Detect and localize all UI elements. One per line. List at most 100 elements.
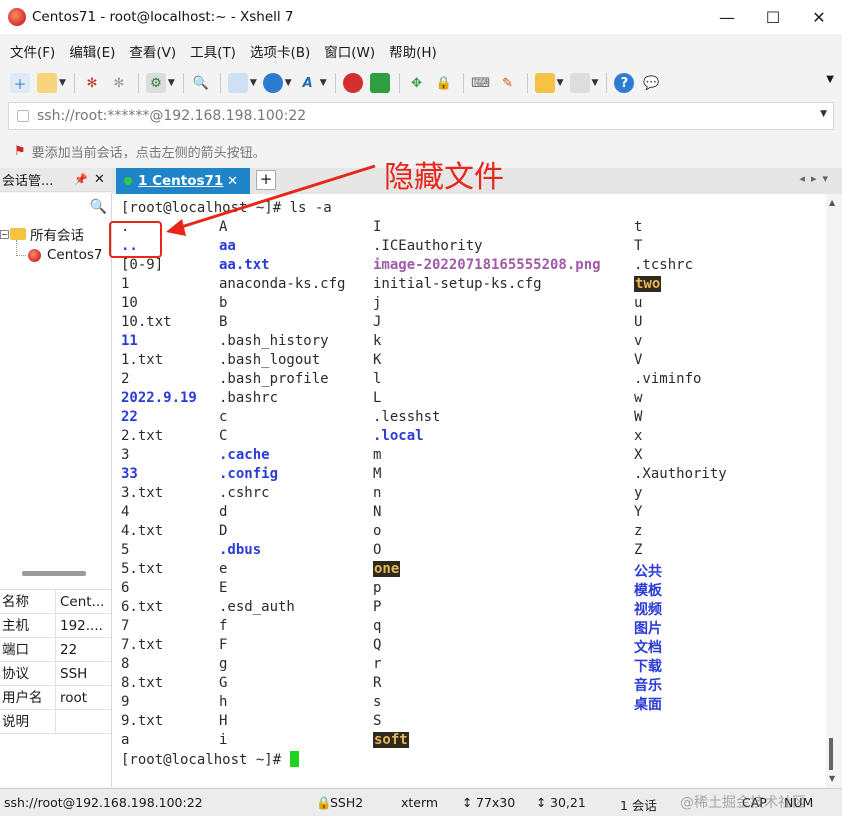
help-icon[interactable]: ? — [614, 73, 635, 93]
ls-entry: image-20220718165555208.png — [373, 257, 601, 273]
minimize-button[interactable]: — — [704, 0, 750, 34]
ls-entry: 2 — [121, 371, 130, 387]
chevron-down-icon[interactable]: ▼ — [320, 78, 327, 88]
maximize-button[interactable]: ☐ — [750, 0, 796, 34]
scrollbar-thumb[interactable] — [829, 738, 833, 770]
ls-entry: i — [219, 732, 228, 748]
chevron-down-icon[interactable]: ▼ — [592, 78, 599, 88]
ls-entry: .tcshrc — [634, 257, 694, 273]
tab-centos71[interactable]: 1 Centos71 ✕ — [116, 168, 250, 194]
window-controls: — ☐ ✕ — [704, 0, 842, 34]
expand-icon[interactable]: − — [0, 229, 9, 239]
menu-help[interactable]: 帮助(H) — [389, 41, 437, 61]
ls-entry: soft — [373, 732, 409, 748]
chevron-down-icon[interactable]: ▼ — [820, 109, 827, 119]
globe-icon[interactable] — [262, 73, 283, 93]
connect-icon[interactable]: ✻ — [82, 73, 102, 93]
ls-entry: l — [373, 371, 382, 387]
tile-icon[interactable] — [569, 73, 590, 93]
ls-entry: 2022.9.19 — [121, 390, 197, 406]
ls-entry: two — [634, 276, 662, 292]
flag-icon[interactable]: ⚑ — [14, 144, 26, 159]
tab-scroll-icon[interactable]: ◂▸▾ — [799, 172, 834, 185]
prompt-line: [root@localhost ~]# — [121, 751, 299, 768]
close-tab-icon[interactable]: ✕ — [227, 174, 238, 189]
ls-entry: u — [634, 295, 643, 311]
lock-icon[interactable]: 🔒 — [434, 73, 454, 93]
highlight-icon[interactable]: ✎ — [498, 73, 518, 93]
xshell-icon[interactable] — [342, 73, 363, 93]
chevron-down-icon[interactable]: ▼ — [168, 78, 175, 88]
toolbar-divider — [73, 73, 75, 93]
status-terminal-type: xterm — [401, 795, 439, 810]
title-bar: Centos71 - root@localhost:~ - Xshell 7 —… — [0, 0, 842, 34]
ls-entry: 9 — [121, 694, 130, 710]
pin-icon[interactable]: 📌 — [74, 173, 88, 186]
ls-entry: initial-setup-ks.cfg — [373, 276, 542, 292]
ls-entry: O — [373, 542, 382, 558]
chevron-down-icon[interactable]: ▼ — [250, 78, 257, 88]
ls-entry: .esd_auth — [219, 599, 295, 615]
ls-entry: 11 — [121, 333, 138, 349]
menu-file[interactable]: 文件(F) — [10, 41, 55, 61]
ls-entry: .bash_history — [219, 333, 329, 349]
address-input[interactable]: ssh://root:******@192.168.198.100:22 — [37, 108, 306, 124]
new-tab-group-icon[interactable] — [534, 73, 555, 93]
ls-entry: g — [219, 656, 228, 672]
ls-entry: .ICEauthority — [373, 238, 483, 254]
disconnect-icon[interactable]: ✻ — [109, 73, 129, 93]
ls-entry: 公共 — [634, 564, 662, 580]
ls-entry: R — [373, 675, 382, 691]
ls-entry: s — [373, 694, 382, 710]
property-row: 协议 SSH — [0, 661, 111, 686]
menu-window[interactable]: 窗口(W) — [324, 41, 375, 61]
properties-icon[interactable]: ⚙ — [145, 73, 166, 93]
address-bar[interactable]: ssh://root:******@192.168.198.100:22 ▼ — [8, 102, 834, 130]
session-properties: 名称 Cent... 主机 192.... 端口 22 协议 SSH 用户名 root 说… — [0, 589, 111, 734]
ls-entry: 10.txt — [121, 314, 172, 330]
tree-item-label: 所有会话 — [30, 228, 84, 244]
new-session-icon[interactable]: ＋ — [10, 73, 30, 93]
chevron-down-icon[interactable]: ▼ — [285, 78, 292, 88]
menu-view[interactable]: 查看(V) — [129, 41, 176, 61]
close-button[interactable]: ✕ — [796, 0, 842, 34]
tree-item-centos7[interactable]: Centos7 — [28, 247, 102, 263]
ls-entry: 6 — [121, 580, 130, 596]
ls-entry: .cshrc — [219, 485, 270, 501]
ls-entry: 7 — [121, 618, 130, 634]
menu-edit[interactable]: 编辑(E) — [69, 41, 115, 61]
ls-entry: [0-9] — [121, 257, 164, 273]
pane-splitter[interactable] — [22, 571, 86, 576]
search-icon[interactable]: 🔍 — [90, 199, 107, 215]
ls-entry: E — [219, 580, 228, 596]
ls-entry: r — [373, 656, 382, 672]
toolbar-divider — [606, 73, 608, 93]
scroll-down-icon[interactable]: ▼ — [829, 774, 835, 783]
ls-entry: 8 — [121, 656, 130, 672]
chat-icon[interactable]: 💬 — [641, 73, 661, 93]
xftp-icon[interactable] — [369, 73, 390, 93]
menu-tools[interactable]: 工具(T) — [190, 41, 236, 61]
open-folder-icon[interactable] — [37, 73, 57, 93]
scroll-up-icon[interactable]: ▲ — [829, 198, 835, 207]
ls-entry: z — [634, 523, 643, 539]
layout-icon[interactable] — [227, 73, 248, 93]
fullscreen-icon[interactable]: ✥ — [407, 73, 427, 93]
property-row: 用户名 root — [0, 685, 111, 710]
ls-entry: S — [373, 713, 382, 729]
font-icon[interactable]: A — [298, 73, 318, 93]
find-icon[interactable]: 🔍 — [191, 73, 211, 93]
chevron-down-icon[interactable]: ▼ — [59, 78, 66, 88]
keyboard-icon[interactable]: ⌨ — [471, 73, 491, 93]
tree-item-all-sessions[interactable]: − 所有会话 — [0, 224, 84, 244]
menu-tabs[interactable]: 选项卡(B) — [250, 41, 310, 61]
terminal-scrollbar[interactable]: ▲ ▼ — [826, 194, 842, 787]
chevron-down-icon[interactable]: ▼ — [557, 78, 564, 88]
add-tab-button[interactable]: + — [256, 170, 276, 190]
chevron-down-icon[interactable]: ▼ — [826, 74, 834, 85]
close-icon[interactable]: ✕ — [94, 172, 105, 187]
property-key: 协议 — [0, 661, 56, 686]
cursor-position-icon: ↕ — [536, 795, 547, 810]
property-key: 用户名 — [0, 685, 56, 710]
terminal[interactable]: [root@localhost ~]# ls -a ... [0-9] 1 10 10.… — [112, 194, 826, 787]
